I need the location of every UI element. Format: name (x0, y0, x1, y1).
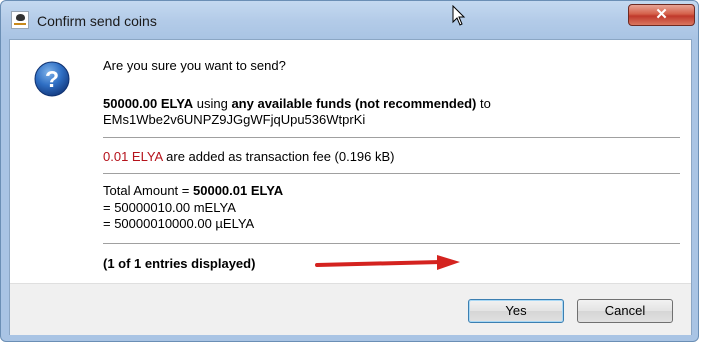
button-bar: Yes Cancel (10, 283, 691, 335)
total-label: Total Amount = (103, 183, 190, 198)
recipient-address: EMs1Wbe2v6UNPZ9JGgWFjqUpu536WtprKi (103, 112, 366, 127)
fee-amount: 0.01 ELYA (103, 149, 163, 164)
to-word: to (479, 96, 491, 111)
total-milli: = 50000010.00 mELYA (103, 200, 236, 215)
yes-button[interactable]: Yes (468, 299, 564, 323)
fee-line: 0.01 ELYA are added as transaction fee (… (103, 149, 395, 164)
separator (103, 173, 680, 174)
close-icon: ✕ (655, 6, 668, 23)
cancel-button[interactable]: Cancel (577, 299, 673, 323)
window-title: Confirm send coins (37, 13, 157, 29)
separator (103, 243, 680, 244)
funds-source: any available funds (not recommended) (231, 96, 477, 111)
title-bar[interactable]: Confirm send coins ✕ (1, 1, 698, 41)
total-value: 50000.01 ELYA (193, 183, 284, 198)
entries-note: (1 of 1 entries displayed) (103, 256, 256, 271)
confirm-dialog-window: Confirm send coins ✕ ? Are you sure you … (0, 0, 699, 342)
dialog-body: ? Are you sure you want to send? 50000.0… (9, 39, 692, 335)
mouse-cursor-icon (452, 5, 466, 26)
confirm-question: Are you sure you want to send? (103, 58, 286, 73)
using-word: using (196, 96, 228, 111)
red-arrow-annotation (315, 255, 460, 270)
separator (103, 137, 680, 138)
question-icon: ? (34, 61, 70, 97)
svg-text:?: ? (45, 66, 59, 92)
send-amount: 50000.00 ELYA (103, 96, 194, 111)
total-line: Total Amount = 50000.01 ELYA (103, 183, 283, 198)
close-button[interactable]: ✕ (628, 4, 695, 26)
send-summary-line: 50000.00 ELYA using any available funds … (103, 96, 491, 111)
app-icon (11, 11, 29, 29)
total-micro: = 50000010000.00 µELYA (103, 216, 255, 231)
fee-text: are added as transaction fee (0.196 kB) (166, 149, 395, 164)
